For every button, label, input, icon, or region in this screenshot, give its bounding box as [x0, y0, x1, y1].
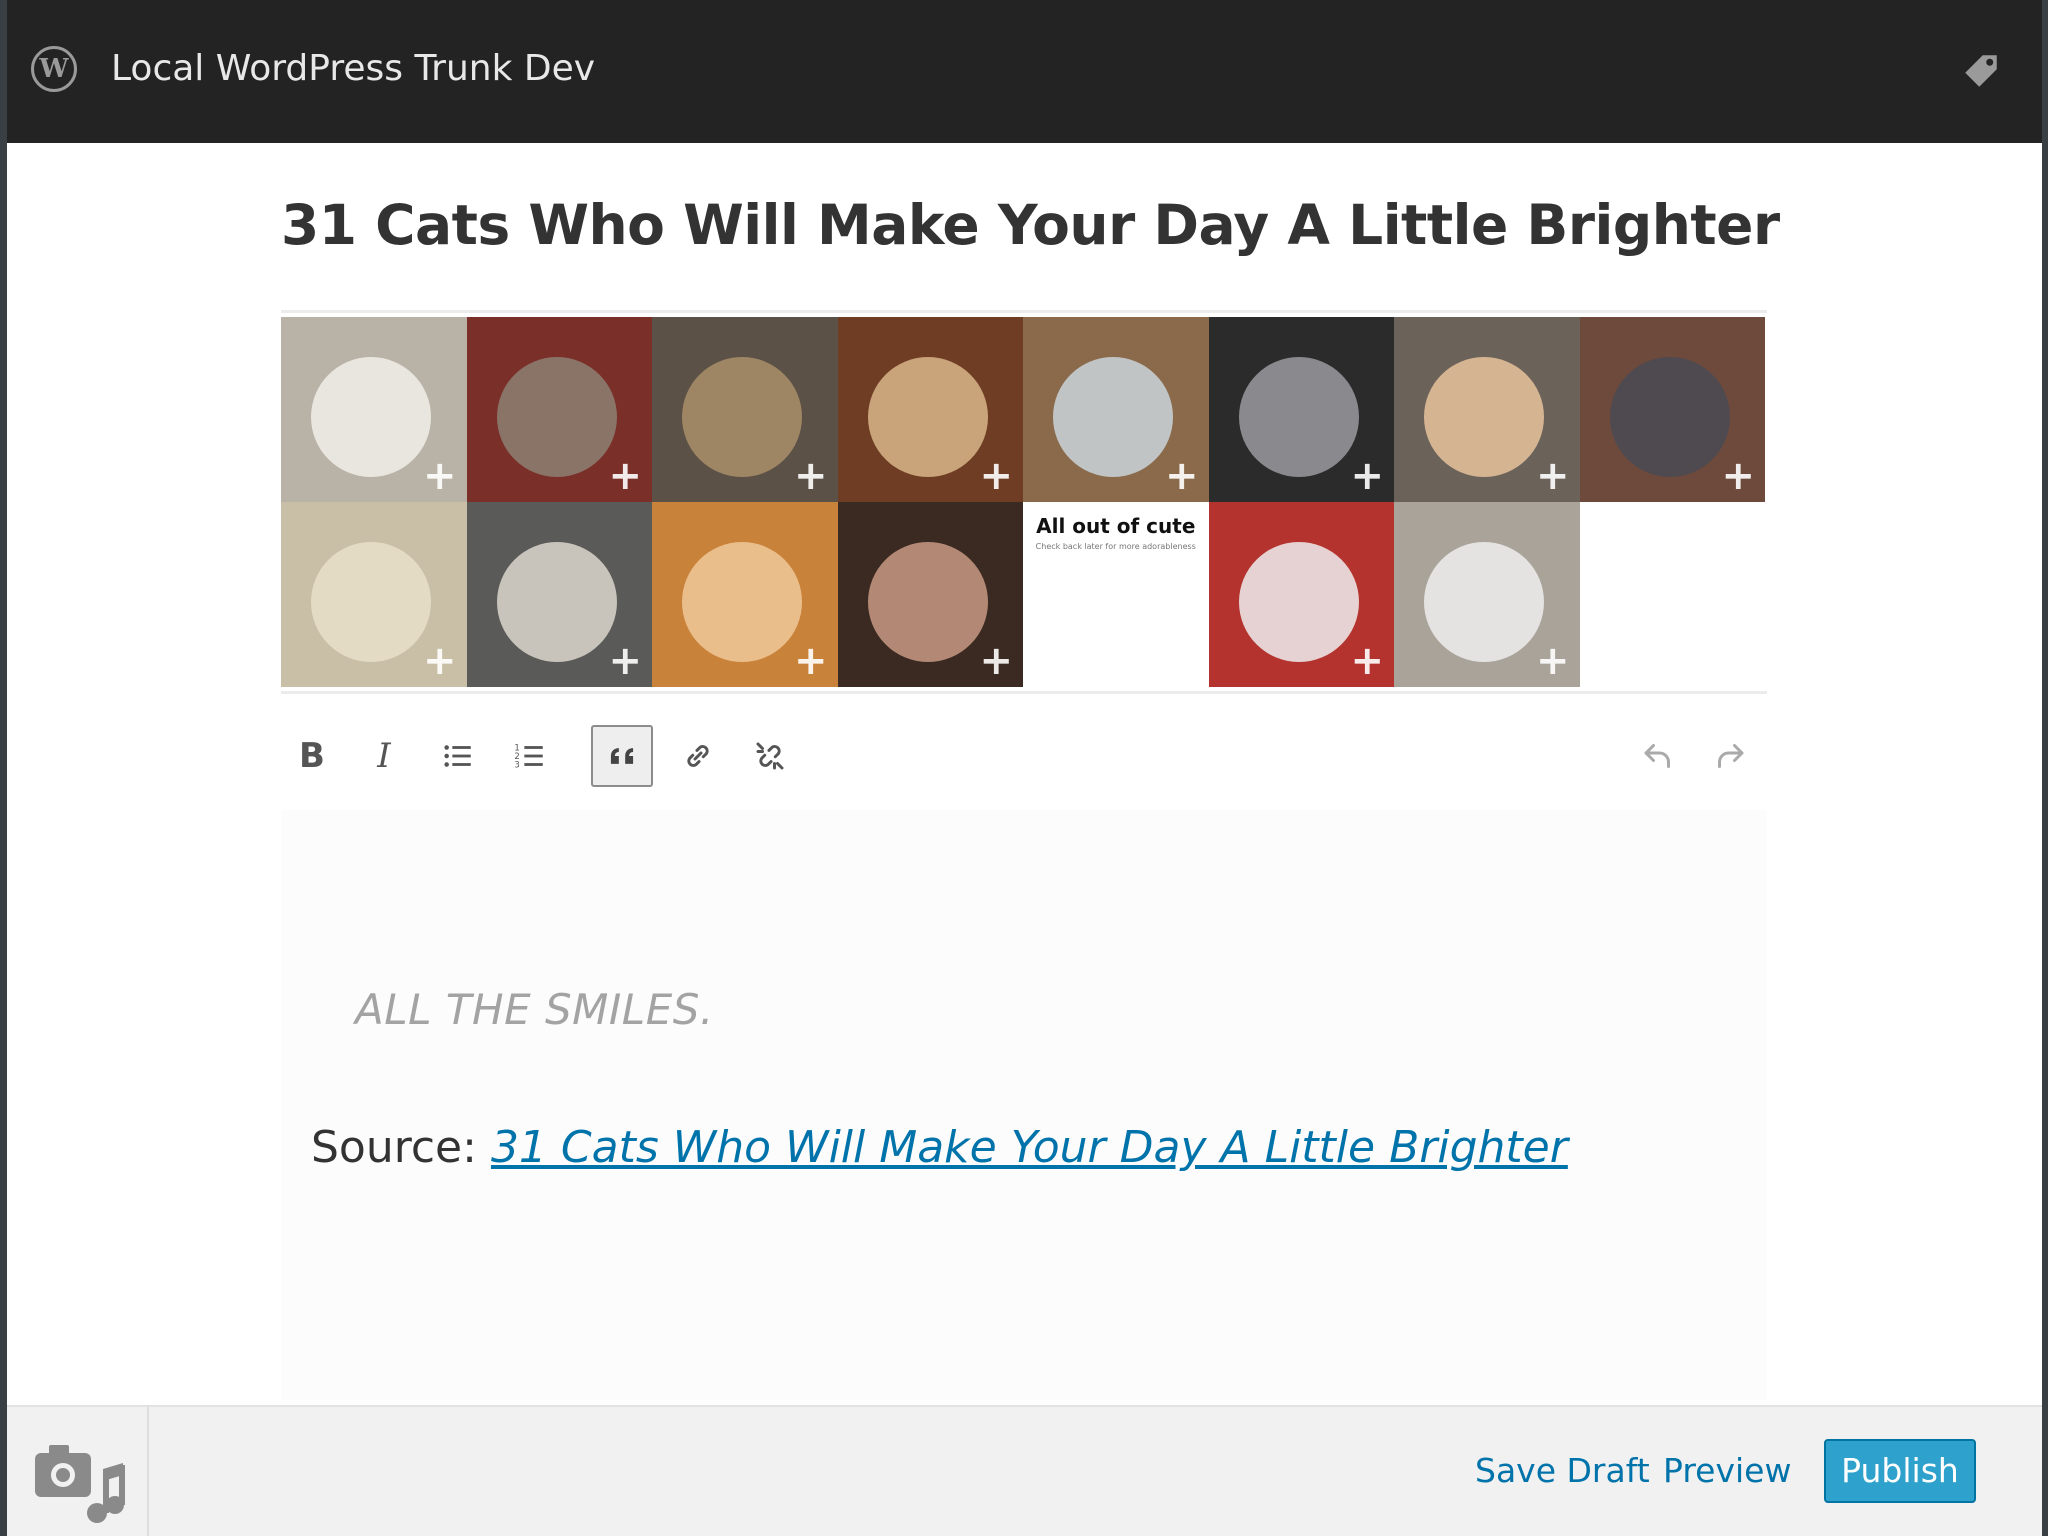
- gallery-thumbnail[interactable]: +: [652, 502, 838, 687]
- source-line[interactable]: Source: 31 Cats Who Will Make Your Day A…: [311, 1120, 1568, 1176]
- add-image-icon[interactable]: +: [1350, 641, 1384, 681]
- add-image-icon[interactable]: +: [979, 641, 1013, 681]
- gallery-thumbnail[interactable]: +: [837, 502, 1023, 687]
- cat-photo: [311, 357, 431, 477]
- source-label: Source:: [311, 1122, 491, 1173]
- cat-photo: [496, 542, 617, 662]
- gallery-thumbnail[interactable]: +: [1394, 502, 1580, 687]
- cat-photo: [1609, 357, 1730, 477]
- numbered-list-button[interactable]: 1 2 3: [499, 725, 561, 787]
- add-image-icon[interactable]: +: [1536, 641, 1570, 681]
- add-image-icon[interactable]: +: [979, 456, 1013, 496]
- cat-photo: [1238, 357, 1359, 477]
- cat-photo: [867, 542, 988, 662]
- image-gallery[interactable]: + + + + + + + + + + + + All out of cute Check back la…: [281, 310, 1767, 694]
- wordpress-logo-icon[interactable]: W: [31, 46, 77, 92]
- numbered-list-icon: 1 2 3: [514, 743, 543, 770]
- add-image-icon[interactable]: +: [608, 641, 642, 681]
- gallery-thumbnail[interactable]: +: [1208, 317, 1394, 502]
- add-image-icon[interactable]: +: [794, 641, 828, 681]
- bullet-list-icon: [444, 745, 471, 767]
- add-image-icon[interactable]: +: [1165, 456, 1199, 496]
- italic-button[interactable]: I: [353, 725, 415, 787]
- gallery-thumbnail[interactable]: +: [281, 317, 467, 502]
- undo-button[interactable]: [1627, 725, 1689, 787]
- preview-button[interactable]: Preview: [1663, 1449, 1791, 1493]
- footer-divider: [147, 1407, 149, 1536]
- footer-bar: Save Draft Preview Publish: [7, 1405, 2042, 1536]
- redo-button[interactable]: [1699, 725, 1761, 787]
- add-image-icon[interactable]: +: [794, 456, 828, 496]
- cat-photo: [682, 357, 802, 477]
- undo-icon: [1644, 744, 1670, 768]
- tag-icon[interactable]: [1960, 50, 2002, 92]
- gallery-thumbnail[interactable]: All out of cute Check back later for more…: [1023, 502, 1209, 687]
- add-image-icon[interactable]: +: [423, 641, 457, 681]
- save-draft-button[interactable]: Save Draft: [1475, 1449, 1650, 1493]
- unlink-icon: [756, 742, 784, 770]
- blockquote-text[interactable]: ALL THE SMILES.: [355, 982, 714, 1038]
- cat-photo: [496, 357, 617, 477]
- gallery-thumbnail[interactable]: +: [281, 502, 467, 687]
- insert-link-button[interactable]: [667, 725, 729, 787]
- add-media-icon[interactable]: [31, 1437, 127, 1525]
- thumbnail-caption-subtitle: Check back later for more adorableness: [1035, 542, 1196, 551]
- bold-button[interactable]: B: [281, 725, 343, 787]
- gallery-thumbnail[interactable]: +: [1208, 502, 1394, 687]
- top-bar: W Local WordPress Trunk Dev: [7, 0, 2042, 143]
- bullet-list-button[interactable]: [427, 725, 489, 787]
- gallery-thumbnail[interactable]: +: [652, 317, 838, 502]
- blockquote-icon: [610, 748, 634, 764]
- remove-link-button[interactable]: [739, 725, 801, 787]
- cat-photo: [682, 542, 802, 662]
- add-image-icon[interactable]: +: [1536, 456, 1570, 496]
- editor-window: W Local WordPress Trunk Dev 31 Cats Who …: [7, 0, 2042, 1536]
- post-title[interactable]: 31 Cats Who Will Make Your Day A Little …: [281, 190, 1780, 260]
- gallery-thumbnail[interactable]: +: [466, 317, 652, 502]
- source-link[interactable]: 31 Cats Who Will Make Your Day A Little …: [491, 1122, 1568, 1173]
- svg-text:3: 3: [514, 760, 519, 770]
- gallery-grid: + + + + + + + + + + + + All out of cute Check back la…: [281, 317, 1765, 687]
- gallery-thumbnail[interactable]: +: [1579, 317, 1765, 502]
- cat-photo: [1053, 357, 1173, 477]
- add-image-icon[interactable]: +: [1165, 641, 1199, 681]
- add-image-icon[interactable]: +: [1350, 456, 1384, 496]
- content-editor[interactable]: ALL THE SMILES. Source: 31 Cats Who Will…: [281, 810, 1767, 1400]
- gallery-thumbnail[interactable]: +: [1023, 317, 1209, 502]
- gallery-thumbnail[interactable]: +: [1394, 317, 1580, 502]
- link-icon: [687, 745, 709, 767]
- site-title: Local WordPress Trunk Dev: [111, 48, 596, 89]
- thumbnail-caption-title: All out of cute: [1036, 514, 1196, 538]
- gallery-thumbnail[interactable]: +: [466, 502, 652, 687]
- blockquote-button[interactable]: [591, 725, 653, 787]
- cat-photo: [311, 542, 431, 662]
- add-image-icon[interactable]: +: [608, 456, 642, 496]
- cat-photo: [1238, 542, 1359, 662]
- cat-photo: [1424, 542, 1544, 662]
- add-image-icon[interactable]: +: [1721, 456, 1755, 496]
- cat-photo: [1424, 357, 1544, 477]
- cat-photo: [867, 357, 988, 477]
- publish-button[interactable]: Publish: [1824, 1439, 1976, 1503]
- gallery-thumbnail[interactable]: +: [837, 317, 1023, 502]
- formatting-toolbar: B I 1 2 3: [281, 700, 1767, 810]
- add-image-icon[interactable]: +: [423, 456, 457, 496]
- redo-icon: [1718, 744, 1744, 768]
